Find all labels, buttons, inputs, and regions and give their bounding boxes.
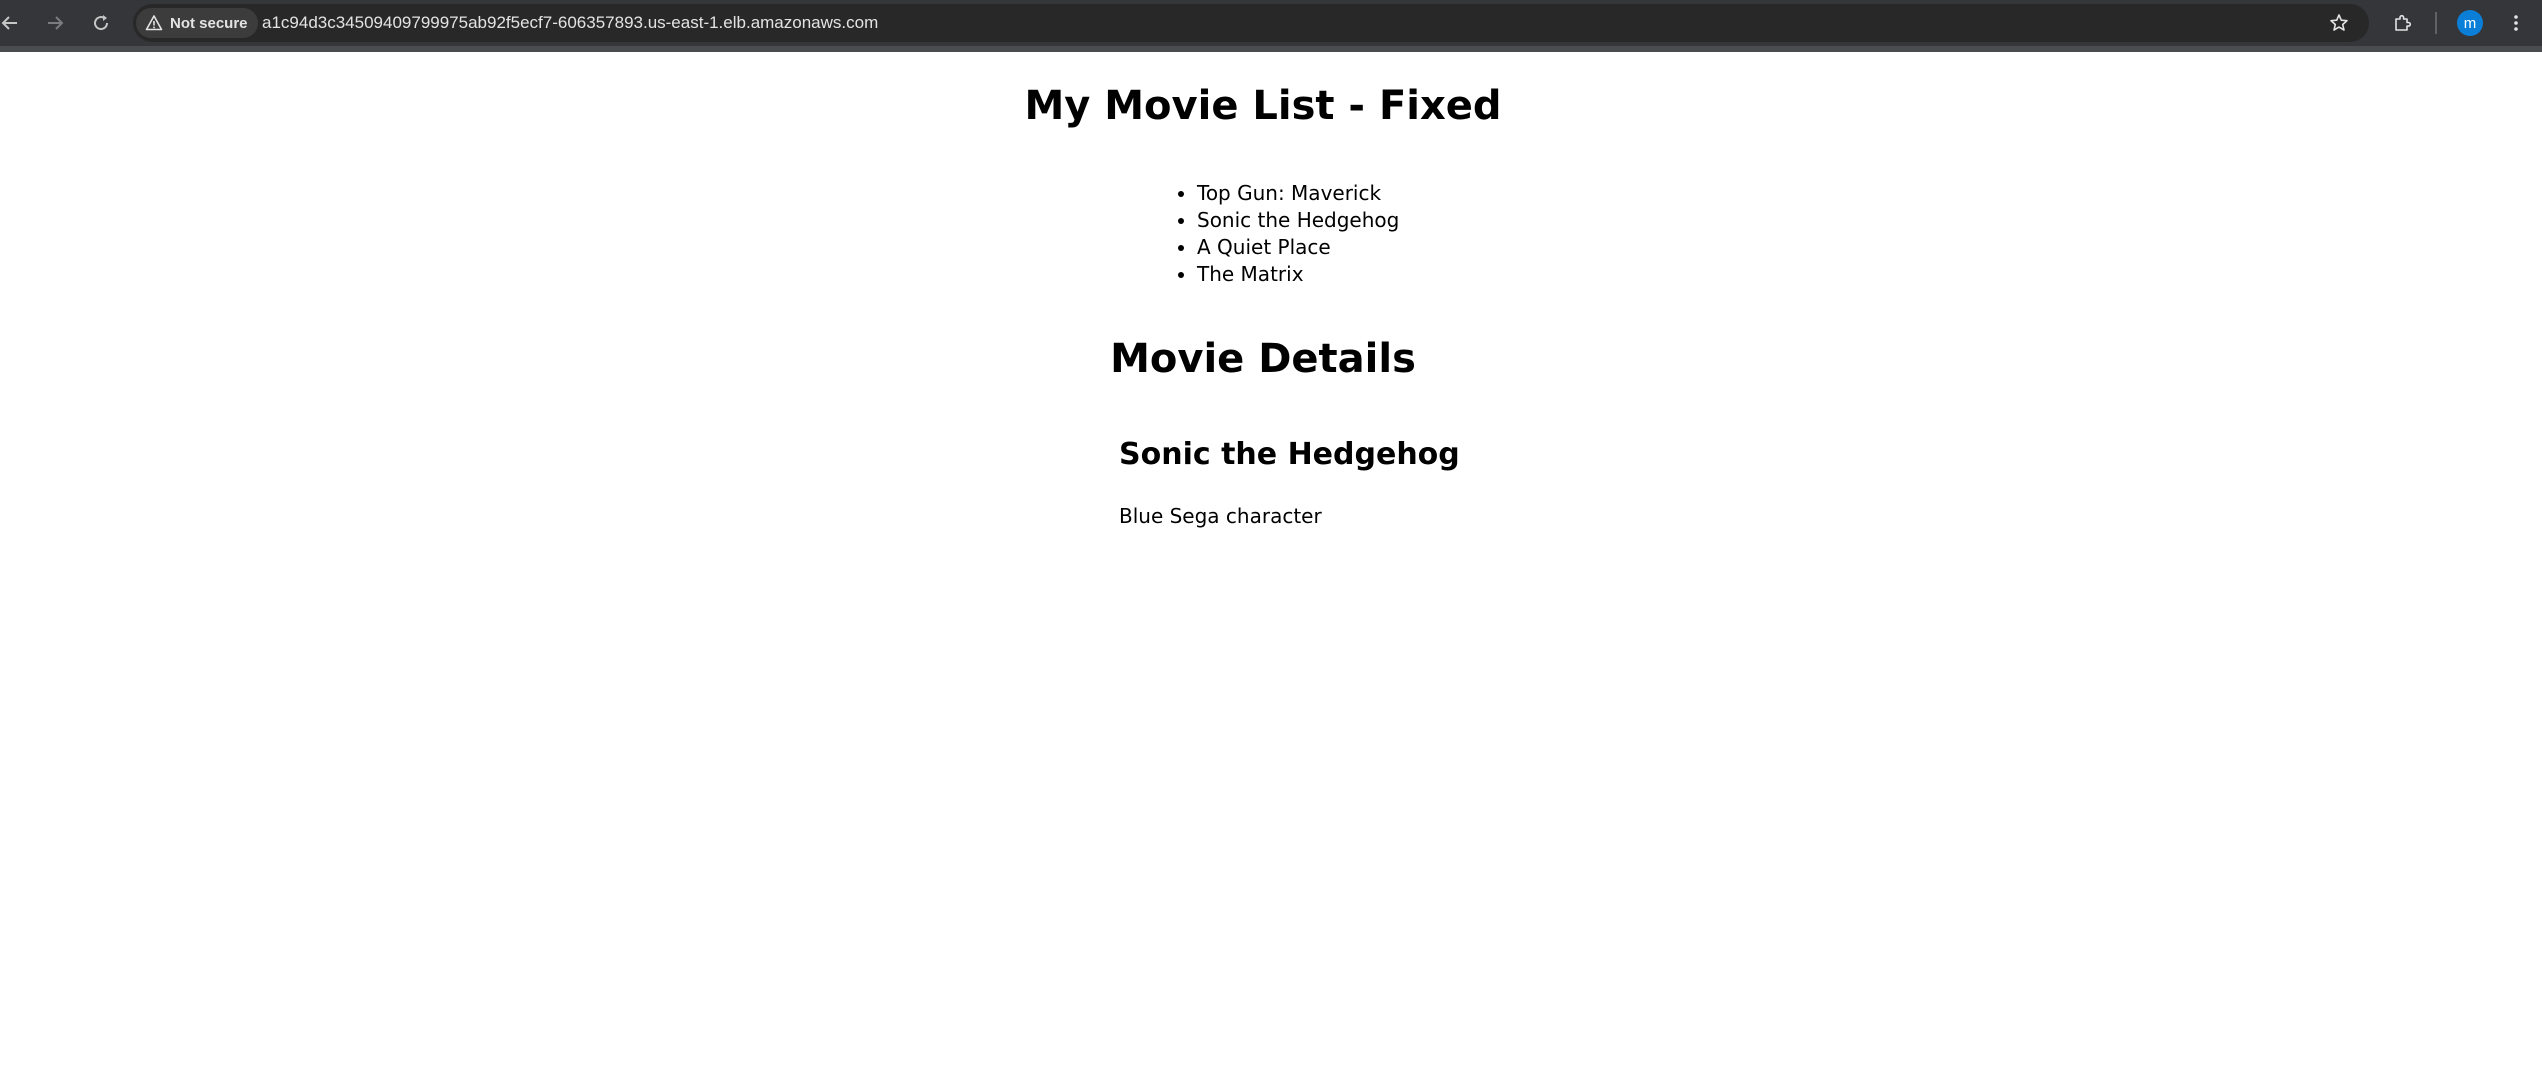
security-label: Not secure bbox=[170, 14, 248, 32]
profile-avatar[interactable]: m bbox=[2457, 10, 2483, 36]
page-title: My Movie List - Fixed bbox=[1024, 83, 1502, 129]
bookmark-button[interactable] bbox=[2323, 7, 2355, 39]
back-arrow-icon bbox=[1, 16, 17, 30]
page-content: My Movie List - Fixed Top Gun: Maverick … bbox=[0, 52, 2542, 1082]
forward-arrow-icon bbox=[48, 16, 64, 30]
reload-button[interactable] bbox=[85, 7, 117, 39]
browser-menu-button[interactable] bbox=[2500, 7, 2532, 39]
security-chip[interactable]: Not secure bbox=[136, 8, 258, 38]
reload-icon bbox=[94, 15, 109, 31]
selected-movie-title: Sonic the Hedgehog bbox=[1119, 437, 1460, 472]
kebab-menu-icon bbox=[2514, 15, 2518, 31]
back-button[interactable] bbox=[0, 7, 26, 39]
forward-button[interactable] bbox=[39, 7, 71, 39]
extensions-button[interactable] bbox=[2387, 7, 2419, 39]
movie-list: Top Gun: Maverick Sonic the Hedgehog A Q… bbox=[1197, 180, 1399, 288]
toolbar-divider bbox=[2435, 12, 2437, 34]
selected-movie-description: Blue Sega character bbox=[1119, 504, 1322, 528]
puzzle-icon bbox=[2395, 14, 2412, 31]
movie-list-item[interactable]: Sonic the Hedgehog bbox=[1197, 207, 1399, 234]
movie-list-item[interactable]: Top Gun: Maverick bbox=[1197, 180, 1399, 207]
movie-list-item[interactable]: The Matrix bbox=[1197, 261, 1399, 288]
address-bar[interactable]: Not secure a1c94d3c34509409799975ab92f5e… bbox=[133, 4, 2369, 42]
url-text[interactable]: a1c94d3c34509409799975ab92f5ecf7-6063578… bbox=[262, 4, 878, 42]
warning-icon bbox=[144, 13, 164, 33]
star-icon bbox=[2330, 14, 2348, 31]
movie-list-item[interactable]: A Quiet Place bbox=[1197, 234, 1399, 261]
details-heading: Movie Details bbox=[1110, 336, 1416, 382]
browser-toolbar: Not secure a1c94d3c34509409799975ab92f5e… bbox=[0, 0, 2542, 46]
